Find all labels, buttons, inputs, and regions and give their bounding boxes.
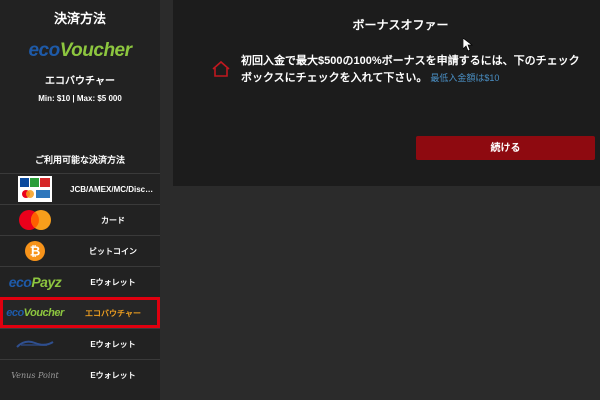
available-methods-heading: ご利用可能な決済方法 (34, 155, 125, 165)
panel-title: ボーナスオファー (352, 18, 449, 32)
payment-method-list: JCB/AMEX/MC/Disco… カード ₿ ビットコイン eco Payz… (0, 173, 160, 390)
bonus-text: 初回入金で最大$500の100%ボーナスを申請するには、下のチェックボックスにチ… (241, 55, 580, 84)
method-ewallet[interactable]: Eウォレット (0, 328, 160, 359)
method-label: Eウォレット (90, 339, 136, 349)
ecopayz-logo: eco Payz (8, 274, 62, 290)
method-credit-cards[interactable]: JCB/AMEX/MC/Disco… (0, 173, 160, 204)
method-label: Eウォレット (90, 370, 136, 380)
method-label: ビットコイン (89, 246, 137, 256)
method-bitcoin[interactable]: ₿ ビットコイン (0, 235, 160, 266)
venus-point-logo: Venus Point (11, 370, 59, 380)
sidebar-title: 決済方法 (53, 11, 106, 26)
credit-cards-icon (0, 174, 70, 204)
mouse-cursor-icon (462, 37, 474, 57)
mastercard-icon (0, 205, 70, 235)
ecovoucher-logo: ecoVoucher (6, 307, 64, 319)
bonus-offer-panel: ボーナスオファー 初回入金で最大$500の100%ボーナスを申請するには、下のチ… (173, 0, 600, 186)
min-deposit-text: 最低入金額は$10 (430, 73, 500, 83)
method-ecopayz[interactable]: eco Payz Eウォレット (0, 266, 160, 297)
payment-sidebar: 決済方法 ecoVoucher エコバウチャー Min: $10 | Max: … (0, 0, 160, 400)
method-label: カード (101, 215, 125, 225)
bonus-description: 初回入金で最大$500の100%ボーナスを申請するには、下のチェックボックスにチ… (241, 53, 586, 87)
method-label: エコバウチャー (85, 308, 141, 318)
ecovoucher-logo: ecoVoucher (28, 40, 132, 61)
deposit-limits: Min: $10 | Max: $5 000 (38, 94, 122, 103)
svg-text:₿: ₿ (30, 244, 41, 259)
home-icon (211, 60, 231, 83)
method-card[interactable]: カード (0, 204, 160, 235)
selected-method-name: エコバウチャー (45, 76, 115, 87)
bitcoin-icon: ₿ (0, 236, 70, 266)
ewallet-logo-faded (0, 329, 70, 359)
continue-button[interactable]: 続ける (416, 136, 595, 160)
method-venus-point[interactable]: Venus Point Eウォレット (0, 359, 160, 390)
method-ecovoucher[interactable]: eco Voucher エコバウチャー (0, 297, 160, 328)
method-label: JCB/AMEX/MC/Disco… (70, 184, 159, 194)
method-label: Eウォレット (90, 277, 136, 287)
